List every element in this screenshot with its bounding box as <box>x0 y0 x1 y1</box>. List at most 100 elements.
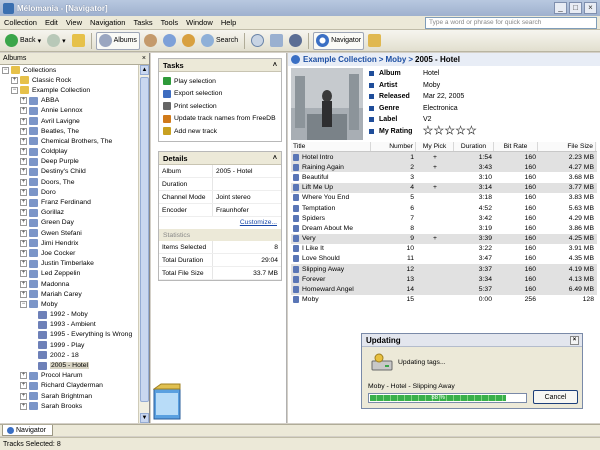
customize-link[interactable]: Customize... <box>159 217 281 229</box>
table-row[interactable]: Spiders 7 3:42 160 4.29 MB <box>291 213 597 223</box>
tree-node[interactable]: + Sarah Brooks <box>0 401 139 411</box>
expand-icon[interactable]: + <box>20 158 27 166</box>
star-icon[interactable]: ★ <box>466 125 476 137</box>
star-icon[interactable]: ★ <box>444 125 454 137</box>
tree-node[interactable]: + Classic Rock <box>0 75 139 85</box>
expand-icon[interactable]: + <box>20 97 27 105</box>
tree-node[interactable]: + Jimi Hendrix <box>0 238 139 248</box>
tree-node[interactable]: + Doro <box>0 187 139 197</box>
tree-node[interactable]: + Madonna <box>0 279 139 289</box>
expand-icon[interactable]: + <box>20 239 27 247</box>
expand-icon[interactable]: + <box>20 199 27 207</box>
column-header[interactable]: Duration <box>454 142 494 151</box>
tree-node[interactable]: + Richard Clayderman <box>0 381 139 391</box>
expand-icon[interactable]: + <box>20 148 27 156</box>
tree-node[interactable]: + Deep Purple <box>0 157 139 167</box>
tree-node[interactable]: + Gwen Stefani <box>0 228 139 238</box>
menu-view[interactable]: View <box>62 18 86 27</box>
collapse-icon[interactable]: ˄ <box>273 155 277 162</box>
collapse-icon[interactable]: − <box>20 300 27 308</box>
tree-node[interactable]: 1995 - Everything Is Wrong <box>0 330 139 340</box>
expand-icon[interactable]: + <box>20 249 27 257</box>
table-row[interactable]: Moby 15 0:00 256 128 <box>291 295 597 305</box>
details-header[interactable]: Details ˄ <box>159 152 281 165</box>
menu-navigation[interactable]: Navigation <box>86 18 129 27</box>
expand-icon[interactable]: + <box>20 168 27 176</box>
tree-scrollbar[interactable]: ▲ ▼ <box>138 65 149 423</box>
tree-node[interactable]: 1992 - Moby <box>0 310 139 320</box>
labels-button[interactable] <box>180 32 197 50</box>
tree-node[interactable]: + Procol Harum <box>0 371 139 381</box>
tree-node[interactable]: 2005 - Hotel <box>0 360 139 370</box>
table-row[interactable]: Very 9 +3:39 160 4.25 MB <box>291 233 597 244</box>
tree-node[interactable]: + Gorillaz <box>0 208 139 218</box>
genres-button[interactable] <box>161 32 178 50</box>
collapse-icon[interactable]: − <box>2 66 9 74</box>
expand-icon[interactable]: + <box>20 290 27 298</box>
tree-node[interactable]: 1993 - Ambient <box>0 320 139 330</box>
column-header[interactable]: File Size <box>538 142 596 151</box>
expand-icon[interactable]: + <box>20 270 27 278</box>
tree-node[interactable]: + Joe Cocker <box>0 248 139 258</box>
star-icon[interactable]: ★ <box>455 125 465 137</box>
tree-node[interactable]: + Sarah Brightman <box>0 391 139 401</box>
menu-tools[interactable]: Tools <box>157 18 183 27</box>
tree-node[interactable]: + Chemical Brothers, The <box>0 136 139 146</box>
expand-icon[interactable]: + <box>11 76 18 84</box>
table-row[interactable]: Temptation 6 4:52 160 5.63 MB <box>291 203 597 213</box>
artists-button[interactable] <box>142 32 159 50</box>
tasks-header[interactable]: Tasks ˄ <box>159 59 281 72</box>
tree-node[interactable]: 2002 - 18 <box>0 350 139 360</box>
tree-node[interactable]: + Doors, The <box>0 177 139 187</box>
expand-icon[interactable]: + <box>20 178 27 186</box>
expand-icon[interactable]: + <box>20 260 27 268</box>
albums-button[interactable]: Albums <box>95 31 140 50</box>
view-button[interactable] <box>268 32 285 50</box>
task-play[interactable]: Play selection <box>159 75 281 88</box>
table-row[interactable]: Where You End 5 3:18 160 3.83 MB <box>291 193 597 203</box>
search-button[interactable]: Search <box>199 32 240 50</box>
forward-button[interactable]: ▾ <box>45 32 68 50</box>
task-add-track[interactable]: Add new track <box>159 125 281 138</box>
tree-node[interactable]: − Moby <box>0 299 139 309</box>
expand-icon[interactable]: + <box>20 188 27 196</box>
tree-node[interactable]: + Franz Ferdinand <box>0 197 139 207</box>
tree-node[interactable]: + Mariah Carey <box>0 289 139 299</box>
up-folder-button[interactable] <box>70 32 87 50</box>
table-row[interactable]: Dream About Me 8 3:19 160 3.86 MB <box>291 223 597 233</box>
collapse-icon[interactable]: ˄ <box>273 62 277 69</box>
tree-node[interactable]: + Avril Lavigne <box>0 116 139 126</box>
quick-search-input[interactable]: Type a word or phrase for quick search <box>425 17 597 29</box>
expand-icon[interactable]: + <box>20 219 27 227</box>
tree-node[interactable]: + ABBA <box>0 96 139 106</box>
tree-node[interactable]: + Annie Lennox <box>0 106 139 116</box>
dialog-close-icon[interactable]: × <box>570 335 579 345</box>
column-header[interactable]: My Pick <box>416 142 454 151</box>
table-row[interactable]: Love Should 11 3:47 160 4.35 MB <box>291 254 597 264</box>
table-row[interactable]: Forever 13 3:34 160 4.13 MB <box>291 274 597 285</box>
notes-button[interactable] <box>366 32 383 50</box>
table-row[interactable]: Beautiful 3 3:10 160 3.68 MB <box>291 172 597 182</box>
expand-icon[interactable]: + <box>20 137 27 145</box>
tree-node[interactable]: + Beatles, The <box>0 126 139 136</box>
media-button[interactable] <box>287 32 304 50</box>
maximize-button[interactable]: □ <box>569 2 582 14</box>
tab-navigator[interactable]: Navigator <box>2 425 53 436</box>
table-row[interactable]: Hotel Intro 1 +1:54 160 2.23 MB <box>291 152 597 163</box>
task-print[interactable]: Print selection <box>159 100 281 113</box>
table-row[interactable]: I Like It 10 3:22 160 3.91 MB <box>291 244 597 254</box>
column-header[interactable]: Number <box>371 142 416 151</box>
expand-icon[interactable]: + <box>20 372 27 380</box>
tree-node[interactable]: − Collections <box>0 65 139 75</box>
breadcrumb-artist[interactable]: Moby <box>385 55 406 64</box>
expand-icon[interactable]: + <box>20 229 27 237</box>
tree-node[interactable]: + Coldplay <box>0 147 139 157</box>
tree-node[interactable]: 1999 - Play <box>0 340 139 350</box>
table-row[interactable]: Raining Again 2 +3:43 160 4.27 MB <box>291 162 597 173</box>
expand-icon[interactable]: + <box>20 402 27 410</box>
menu-collection[interactable]: Collection <box>0 18 41 27</box>
breadcrumb-collection[interactable]: Example Collection <box>303 55 377 64</box>
star-icon[interactable]: ★ <box>423 125 433 137</box>
menu-edit[interactable]: Edit <box>41 18 62 27</box>
minimize-button[interactable]: _ <box>554 2 567 14</box>
